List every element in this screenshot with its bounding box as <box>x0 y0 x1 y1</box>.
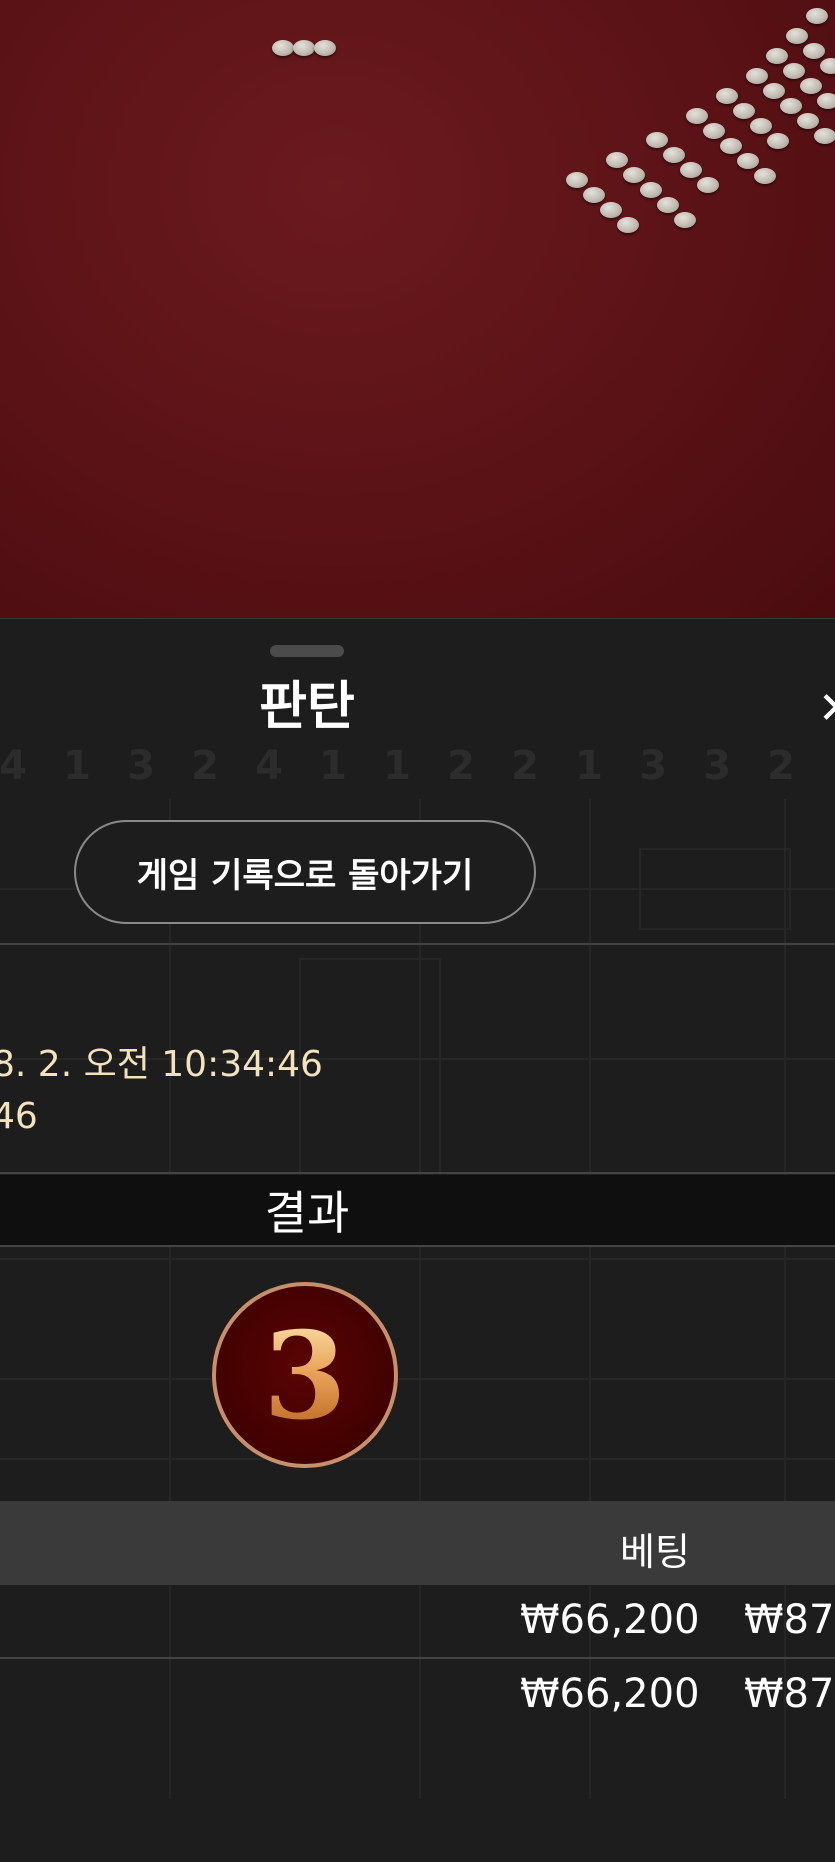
bet-table-header: 베팅 <box>0 1501 835 1585</box>
bead <box>716 88 738 104</box>
ghost-history-number: 4 <box>255 743 283 789</box>
result-label: 결과 <box>264 1186 350 1240</box>
bead <box>783 63 805 79</box>
divider <box>0 1172 835 1174</box>
bead <box>657 197 679 213</box>
game-table-view <box>0 0 835 618</box>
bead <box>646 132 668 148</box>
bead <box>750 118 772 134</box>
bead <box>786 28 808 44</box>
ghost-history-number: 2 <box>447 743 475 789</box>
close-icon[interactable]: ✕ <box>818 687 835 731</box>
bead <box>746 68 768 84</box>
bead <box>703 123 725 139</box>
ghost-history-number: 3 <box>127 743 155 789</box>
bet-amount: ₩66,200 <box>520 1597 700 1643</box>
round-id-fragment: 46 <box>0 1096 38 1137</box>
bead <box>272 40 294 56</box>
bead <box>697 177 719 193</box>
bead <box>720 138 742 154</box>
ghost-history-number: 2 <box>511 743 539 789</box>
bead <box>583 187 605 203</box>
ghost-history-number: 2 <box>191 743 219 789</box>
bead <box>797 113 819 129</box>
ghost-history-row: 4132411221332 <box>0 743 835 789</box>
bet-column-header: 베팅 <box>620 1530 690 1574</box>
bead <box>766 48 788 64</box>
ghost-history-number: 1 <box>383 743 411 789</box>
bead <box>806 8 828 24</box>
bead <box>817 93 835 109</box>
ghost-history-number: 4 <box>0 743 27 789</box>
bead <box>803 43 825 59</box>
bead <box>600 202 622 218</box>
round-datetime: 8. 2. 오전 10:34:46 <box>0 1044 323 1085</box>
bead <box>623 167 645 183</box>
bead <box>780 98 802 114</box>
payout-amount: ₩87 <box>744 1597 835 1643</box>
payout-amount: ₩87 <box>744 1671 835 1717</box>
bead <box>733 103 755 119</box>
bead <box>674 212 696 228</box>
bead <box>686 108 708 124</box>
bead <box>680 162 702 178</box>
round-detail-sheet: 판탄 ✕ 4132411221332 게임 기록으로 돌아가기 8. 2. 오전… <box>0 618 835 1862</box>
bet-row: ₩66,200 ₩87 <box>0 1585 835 1657</box>
bead <box>820 58 835 74</box>
ghost-history-number: 3 <box>639 743 667 789</box>
bead <box>606 152 628 168</box>
result-number-badge: 3 <box>212 1282 398 1468</box>
bead <box>737 153 759 169</box>
bead <box>767 133 789 149</box>
bet-row: ₩66,200 ₩87 <box>0 1659 835 1731</box>
result-header-bar: 결과 <box>0 1175 835 1245</box>
bead <box>800 78 822 94</box>
sheet-drag-handle[interactable] <box>270 645 344 657</box>
bead <box>293 40 315 56</box>
bead <box>314 40 336 56</box>
bead <box>663 147 685 163</box>
bead <box>617 217 639 233</box>
back-to-history-button[interactable]: 게임 기록으로 돌아가기 <box>74 820 536 924</box>
ghost-history-number: 1 <box>575 743 603 789</box>
app-viewport: 판탄 ✕ 4132411221332 게임 기록으로 돌아가기 8. 2. 오전… <box>0 0 835 1862</box>
sheet-title: 판탄 <box>259 677 355 737</box>
result-number: 3 <box>263 1306 347 1447</box>
ghost-history-number: 1 <box>319 743 347 789</box>
bead <box>640 182 662 198</box>
ghost-history-number: 2 <box>767 743 795 789</box>
divider <box>0 1245 835 1247</box>
ghost-history-number: 3 <box>703 743 731 789</box>
bet-amount: ₩66,200 <box>520 1671 700 1717</box>
bead <box>763 83 785 99</box>
bead <box>814 128 835 144</box>
back-to-history-label: 게임 기록으로 돌아가기 <box>136 855 474 896</box>
bead <box>754 168 776 184</box>
divider <box>0 943 835 945</box>
ghost-history-number: 1 <box>63 743 91 789</box>
bead <box>566 172 588 188</box>
